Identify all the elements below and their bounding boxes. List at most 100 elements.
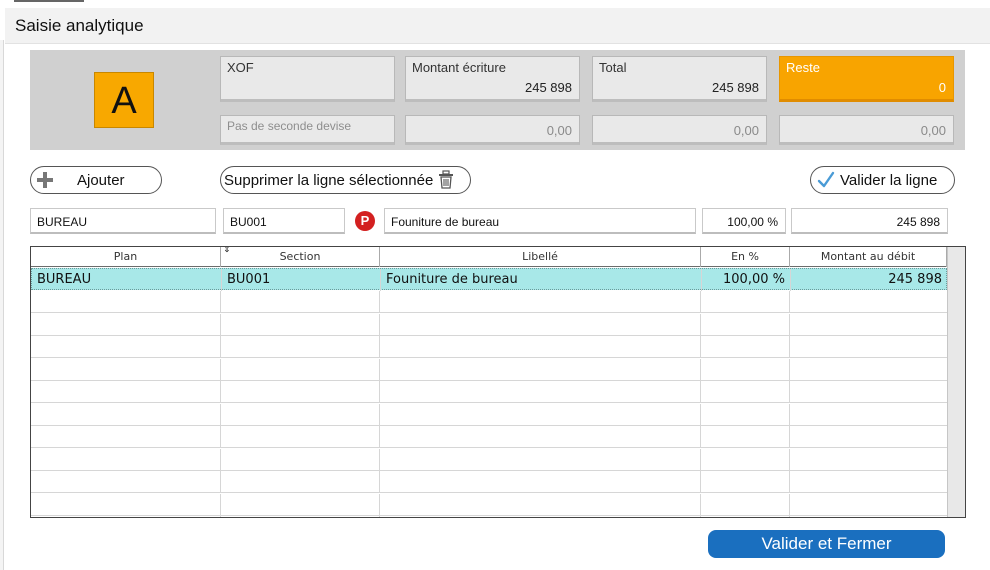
- column-divider: [379, 291, 380, 313]
- analytic-lines-table[interactable]: Plan Section Libellé En % Montant au déb…: [30, 246, 966, 518]
- empty-table-row: [31, 471, 947, 493]
- add-button-label: Ajouter: [77, 171, 125, 189]
- second-currency-label: Pas de seconde devise: [227, 119, 352, 133]
- column-divider: [789, 471, 790, 493]
- column-header-percent[interactable]: En %: [701, 247, 790, 267]
- mode-letter-badge: A: [94, 72, 154, 128]
- empty-table-row: [31, 291, 947, 313]
- column-divider: [700, 336, 701, 358]
- column-divider: [379, 358, 380, 381]
- column-divider: [700, 313, 701, 336]
- second-currency-field: Pas de seconde devise: [220, 115, 395, 145]
- column-divider: [220, 336, 221, 358]
- column-divider: [789, 313, 790, 336]
- percent-input[interactable]: 100,00 %: [702, 208, 786, 234]
- column-header-plan[interactable]: Plan: [31, 247, 221, 267]
- column-divider: [789, 448, 790, 471]
- empty-table-row: [31, 358, 947, 381]
- column-divider: [789, 493, 790, 516]
- montant-input[interactable]: 245 898: [791, 208, 948, 234]
- column-divider: [789, 291, 790, 313]
- cell-plan: BUREAU: [32, 269, 222, 291]
- window-left-edge: [0, 40, 4, 570]
- column-divider: [220, 493, 221, 516]
- empty-table-row: [31, 336, 947, 358]
- column-divider: [379, 336, 380, 358]
- plus-icon: [35, 170, 55, 190]
- column-divider: [220, 448, 221, 471]
- empty-table-row: [31, 448, 947, 471]
- column-divider: [700, 516, 701, 517]
- window-title: Saisie analytique: [15, 16, 144, 35]
- column-divider: [789, 516, 790, 517]
- window-top-edge: [0, 0, 990, 8]
- column-divider: [700, 381, 701, 403]
- column-divider: [220, 403, 221, 426]
- column-divider: [379, 493, 380, 516]
- column-divider: [700, 358, 701, 381]
- column-divider: [789, 381, 790, 403]
- vertical-scrollbar[interactable]: [947, 247, 965, 517]
- title-bar: Saisie analytique: [5, 8, 990, 44]
- currency-label: XOF: [227, 60, 254, 75]
- empty-table-row: [31, 381, 947, 403]
- total-value: 245 898: [712, 80, 759, 95]
- column-divider: [379, 381, 380, 403]
- column-header-montant[interactable]: Montant au débit: [790, 247, 947, 267]
- column-divider: [220, 381, 221, 403]
- column-header-libelle[interactable]: Libellé: [380, 247, 701, 267]
- cell-montant: 245 898: [791, 269, 948, 291]
- montant-ecriture-field: Montant écriture 245 898: [405, 56, 580, 102]
- currency-field: XOF: [220, 56, 395, 102]
- column-divider: [700, 471, 701, 493]
- column-divider: [220, 291, 221, 313]
- column-divider: [789, 403, 790, 426]
- total-second-field: 0,00: [592, 115, 767, 145]
- cell-libelle: Founiture de bureau: [381, 269, 702, 291]
- column-divider: [379, 426, 380, 448]
- column-divider: [220, 426, 221, 448]
- reste-value: 0: [938, 80, 946, 95]
- reste-second-field: 0,00: [779, 115, 954, 145]
- plan-input[interactable]: BUREAU: [30, 208, 216, 234]
- column-divider: [220, 358, 221, 381]
- column-divider: [379, 516, 380, 517]
- checkmark-icon: [816, 170, 836, 190]
- validate-line-button[interactable]: Valider la ligne: [810, 166, 955, 194]
- column-divider: [700, 403, 701, 426]
- montant-ecriture-second-value: 0,00: [546, 123, 572, 138]
- total-field: Total 245 898: [592, 56, 767, 102]
- empty-table-row: [31, 516, 947, 517]
- delete-selected-line-button[interactable]: Supprimer la ligne sélectionnée: [220, 166, 471, 194]
- montant-ecriture-value: 245 898: [525, 80, 572, 95]
- add-button[interactable]: Ajouter: [30, 166, 162, 194]
- column-divider: [379, 471, 380, 493]
- column-divider: [789, 336, 790, 358]
- validate-and-close-button[interactable]: Valider et Fermer: [708, 530, 945, 558]
- empty-table-row: [31, 426, 947, 448]
- column-divider: [220, 516, 221, 517]
- column-header-section[interactable]: Section: [221, 247, 380, 267]
- cell-percent: 100,00 %: [702, 269, 791, 291]
- column-divider: [700, 448, 701, 471]
- libelle-input[interactable]: Founiture de bureau: [384, 208, 696, 234]
- table-row[interactable]: BUREAU BU001 Founiture de bureau 100,00 …: [31, 268, 948, 291]
- column-divider: [700, 426, 701, 448]
- column-resize-icon[interactable]: ⇕: [223, 247, 231, 255]
- empty-table-row: [31, 313, 947, 336]
- table-header: Plan Section Libellé En % Montant au déb…: [31, 247, 965, 267]
- total-label: Total: [599, 60, 627, 75]
- column-divider: [220, 471, 221, 493]
- reste-field: Reste 0: [779, 56, 954, 102]
- window-edge-marker: [14, 0, 84, 2]
- column-divider: [379, 313, 380, 336]
- column-divider: [700, 493, 701, 516]
- column-divider: [379, 448, 380, 471]
- column-divider: [379, 403, 380, 426]
- trash-icon: [437, 170, 455, 190]
- section-input[interactable]: BU001: [223, 208, 345, 234]
- delete-button-label: Supprimer la ligne sélectionnée: [224, 171, 434, 189]
- column-divider: [700, 291, 701, 313]
- pin-p-icon[interactable]: P: [355, 211, 375, 231]
- empty-table-row: [31, 493, 947, 516]
